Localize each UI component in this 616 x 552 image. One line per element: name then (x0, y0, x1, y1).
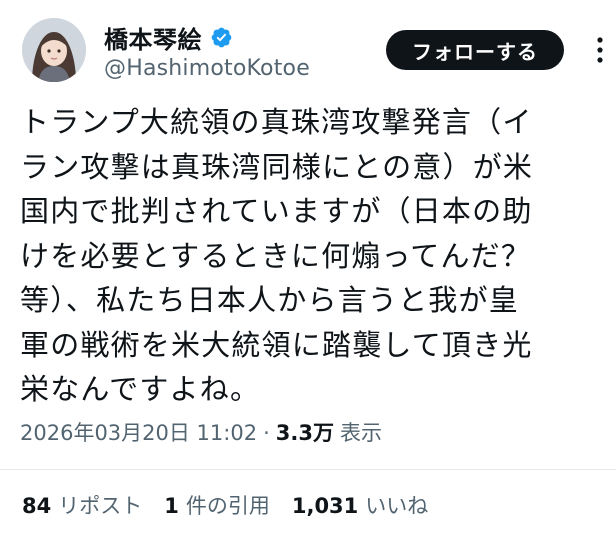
author-header: 橋本琴絵 (104, 20, 233, 55)
tweet-text-line: けを必要とするときに何煽ってんだ？ (20, 238, 532, 273)
tweet-card: 橋本琴絵 @HashimotoKotoe フォローする トランプ大統領の真珠湾攻… (0, 0, 616, 552)
engagement-stats: 84 リポスト 1 件の引用 1,031 いいね (22, 490, 450, 520)
tweet-text-line: 軍の戦術を米大統領に踏襲して頂き光 (20, 327, 533, 362)
avatar-image (22, 18, 86, 82)
reposts-label: リポスト (58, 494, 143, 518)
tweet-text-line: ラン攻撃は真珠湾同様にとの意）が米 (20, 149, 534, 184)
views-label: 表示 (339, 421, 382, 445)
follow-button[interactable]: フォローする (386, 30, 564, 70)
likes-label: いいね (365, 494, 429, 518)
divider (0, 469, 616, 470)
tweet-meta: 2026年03月20日 11:02 · 3.3万 表示 (20, 417, 382, 447)
views-count: 3.3万 (275, 421, 334, 445)
tweet-text-line: トランプ大統領の真珠湾攻撃発言（イ (20, 105, 533, 139)
reposts-count: 84 (22, 494, 52, 518)
quotes-count: 1 (164, 494, 179, 518)
avatar[interactable] (22, 18, 86, 82)
tweet-text-line: 等）、私たち日本人から言うと我が皇 (20, 283, 519, 317)
quotes-label: 件の引用 (185, 494, 270, 518)
meta-separator: · (263, 421, 270, 445)
tweet-text: トランプ大統領の真珠湾攻撃発言（イ ラン攻撃は真珠湾同様にとの意）が米 国内で批… (20, 100, 604, 412)
tweet-text-line: 栄なんですよね。 (20, 372, 261, 406)
user-handle[interactable]: @HashimotoKotoe (104, 56, 310, 81)
tweet-text-line: 国内で批判されていますが（日本の助 (20, 194, 533, 228)
verified-badge-icon[interactable] (210, 26, 233, 49)
more-options-icon[interactable] (588, 32, 612, 68)
display-name[interactable]: 橋本琴絵 (104, 20, 202, 55)
reposts-stat[interactable]: 84 リポスト (22, 490, 142, 520)
quotes-stat[interactable]: 1 件の引用 (164, 490, 270, 520)
likes-count: 1,031 (291, 494, 359, 518)
likes-stat[interactable]: 1,031 いいね (292, 490, 428, 520)
timestamp-link[interactable]: 2026年03月20日 11:02 (20, 417, 257, 447)
